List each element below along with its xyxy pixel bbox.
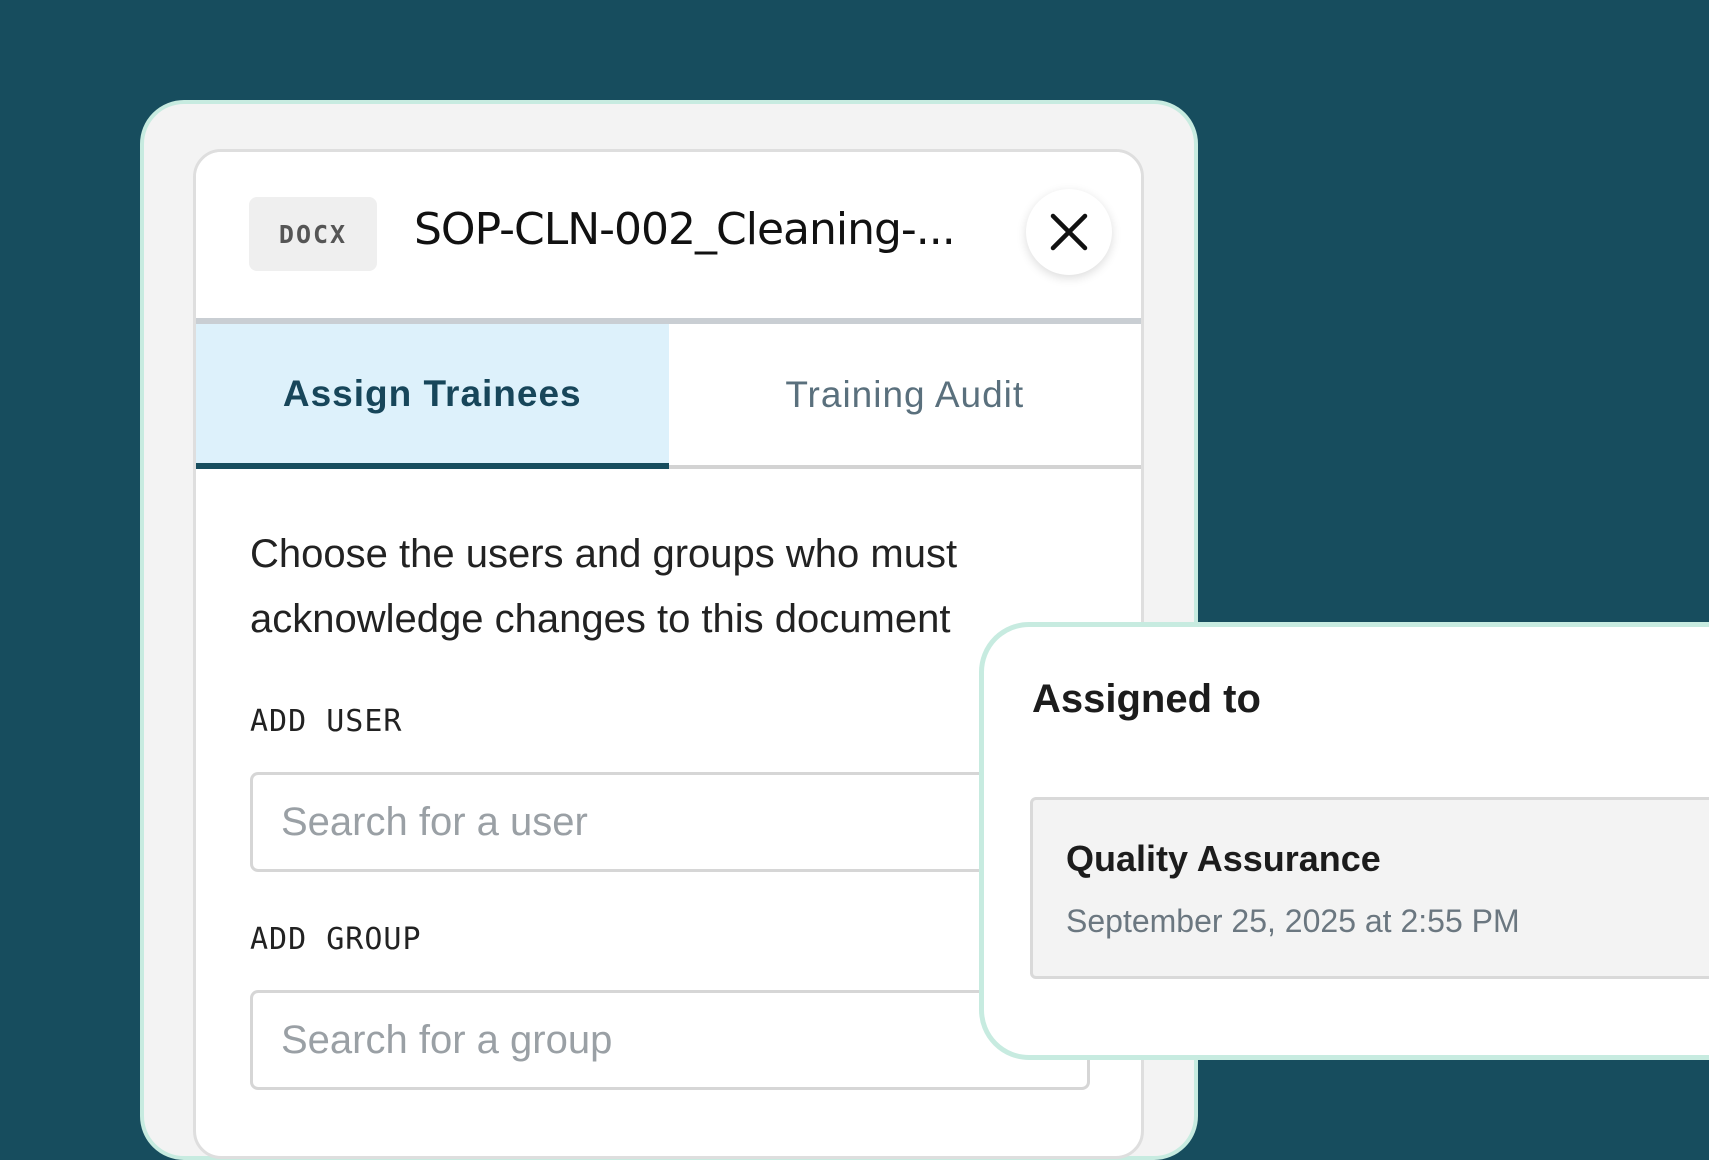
assigned-item-name: Quality Assurance bbox=[1066, 838, 1381, 879]
close-icon bbox=[1050, 213, 1088, 251]
assigned-list-item[interactable]: Quality Assurance September 25, 2025 at … bbox=[1030, 797, 1709, 979]
user-search-input[interactable] bbox=[250, 772, 1090, 872]
add-user-label: ADD USER bbox=[250, 704, 403, 739]
document-title: SOP-CLN-002_Cleaning-... bbox=[414, 204, 956, 255]
tab-training-audit[interactable]: Training Audit bbox=[668, 324, 1141, 469]
tab-bar: Assign Trainees Training Audit bbox=[196, 324, 1141, 469]
panel-header: DOCX SOP-CLN-002_Cleaning-... bbox=[196, 152, 1141, 319]
instruction-text: Choose the users and groups who must ack… bbox=[250, 532, 958, 641]
close-button[interactable] bbox=[1026, 189, 1112, 275]
assigned-to-title: Assigned to bbox=[1032, 677, 1261, 721]
tab-assign-trainees[interactable]: Assign Trainees bbox=[196, 324, 669, 469]
file-type-badge: DOCX bbox=[249, 197, 377, 271]
assigned-item-date: September 25, 2025 at 2:55 PM bbox=[1066, 903, 1520, 939]
assigned-to-card: Assigned to Quality Assurance September … bbox=[979, 622, 1709, 1060]
add-group-label: ADD GROUP bbox=[250, 922, 422, 957]
group-search-input[interactable] bbox=[250, 990, 1090, 1090]
